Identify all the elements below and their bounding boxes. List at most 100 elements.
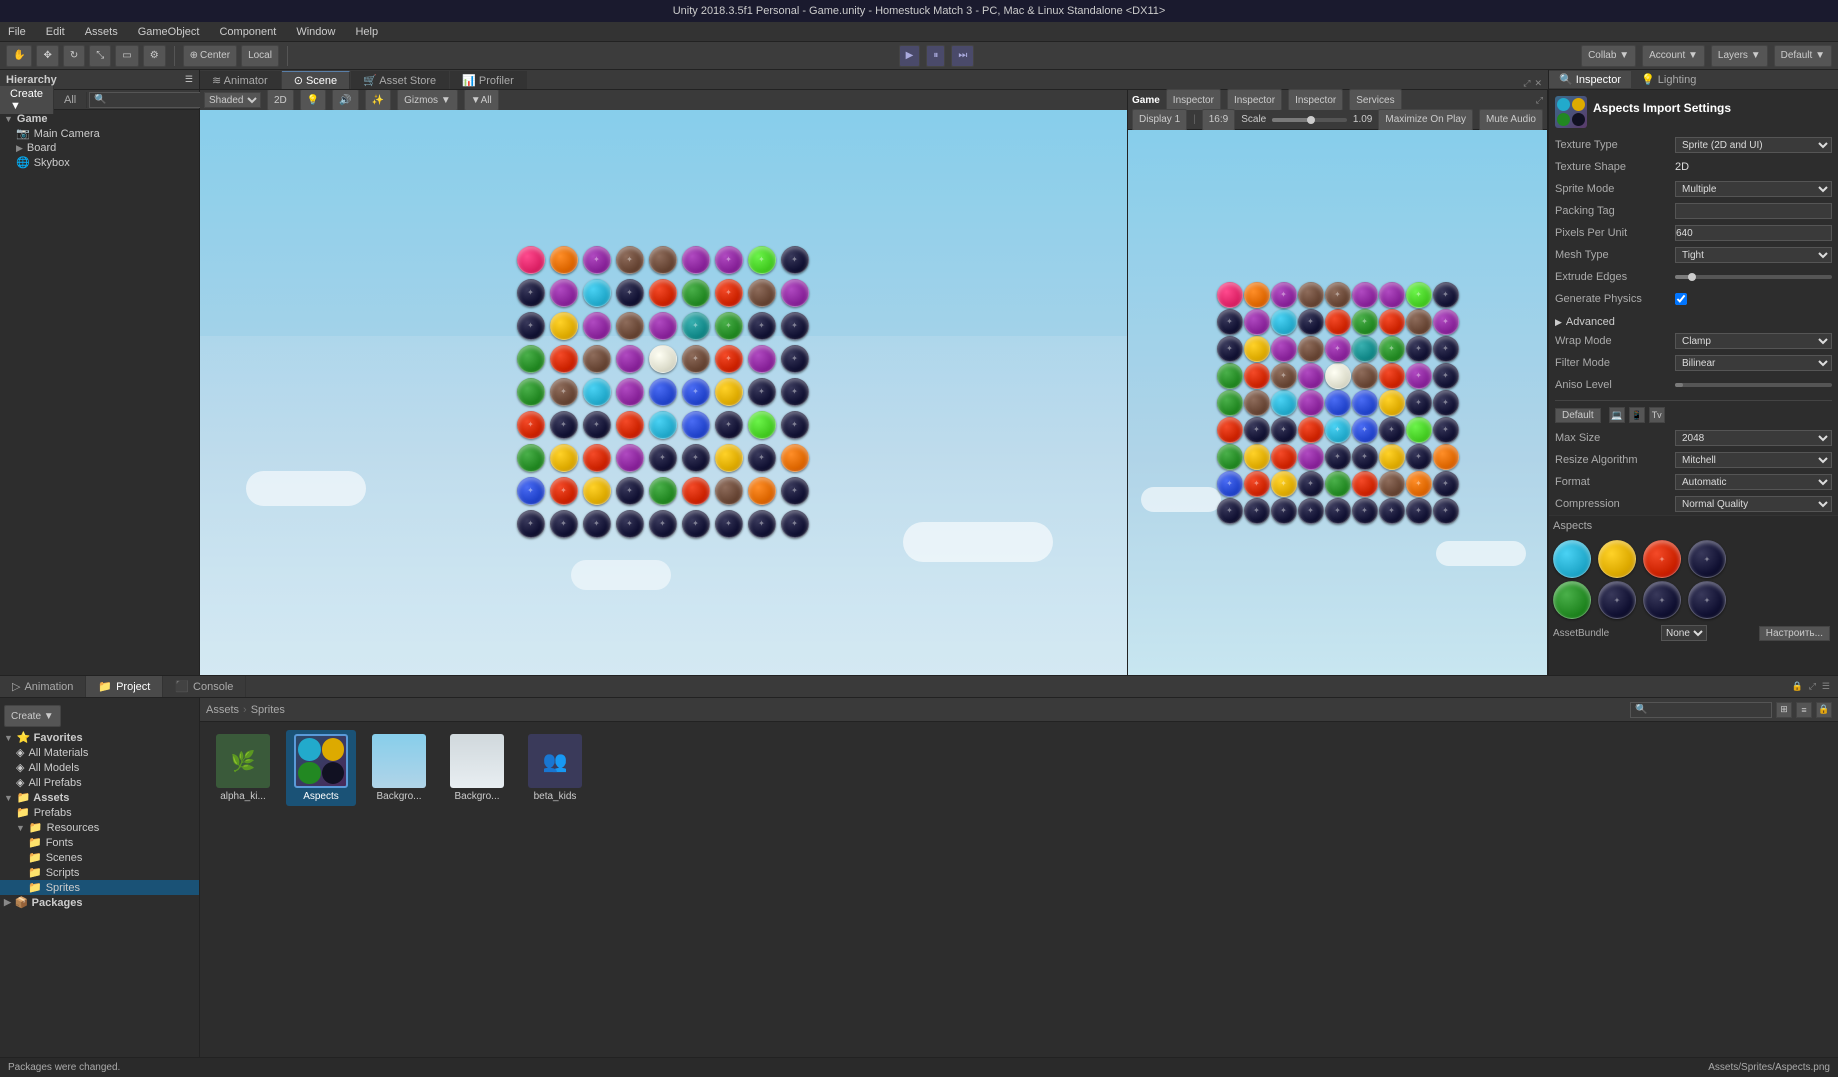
tree-all-prefabs[interactable]: ◈ All Prefabs — [0, 775, 199, 790]
tab-console[interactable]: ⬛ Console — [163, 676, 246, 697]
platform-icon-2[interactable]: 📱 — [1629, 407, 1645, 423]
scene-view[interactable]: Shaded 2D 💡 🔊 ✨ Gizmos ▼ ▼All — [200, 90, 1128, 675]
rect-tool[interactable]: ▭ — [115, 45, 138, 67]
assetbundle-select[interactable]: None — [1661, 625, 1707, 641]
aspect-btn[interactable]: 16:9 — [1202, 109, 1235, 131]
project-create-btn[interactable]: Create ▼ — [4, 705, 61, 727]
breadcrumb-sprites[interactable]: Sprites — [251, 704, 285, 716]
scene-audio[interactable]: 🔊 — [332, 90, 358, 111]
platform-icon-1[interactable]: 💻 — [1609, 407, 1625, 423]
generate-physics-check[interactable] — [1675, 293, 1832, 305]
tab-lighting[interactable]: 💡 Lighting — [1631, 71, 1706, 88]
aniso-slider-bar[interactable] — [1675, 383, 1832, 387]
2d-mode[interactable]: 2D — [267, 90, 294, 111]
maximize-btn[interactable]: Maximize On Play — [1378, 109, 1473, 131]
tree-all-materials[interactable]: ◈ All Materials — [0, 745, 199, 760]
tab-asset-store[interactable]: 🛒 Asset Store — [351, 71, 449, 89]
format-select[interactable]: Automatic — [1675, 474, 1832, 490]
scene-light[interactable]: 💡 — [300, 90, 326, 111]
step-button[interactable]: ⏭ — [951, 45, 974, 67]
scene-all[interactable]: ▼All — [464, 90, 499, 111]
asset-aspects[interactable]: Aspects — [286, 730, 356, 806]
generate-physics-checkbox[interactable] — [1675, 293, 1687, 305]
asset-alpha-ki[interactable]: 🌿 alpha_ki... — [208, 730, 278, 806]
view-list[interactable]: ≡ — [1796, 702, 1812, 718]
menu-file[interactable]: File — [4, 24, 30, 40]
maximize-scene[interactable]: ⤢ — [1523, 78, 1530, 89]
scale-slider[interactable] — [1272, 118, 1347, 122]
compression-value[interactable]: Normal Quality — [1675, 496, 1832, 512]
tree-item-skybox[interactable]: 🌐 Skybox — [0, 155, 199, 170]
tab-scene[interactable]: ⊙ Scene — [282, 71, 350, 89]
tree-prefabs[interactable]: 📁 Prefabs — [0, 805, 199, 820]
tree-sprites[interactable]: 📁 Sprites — [0, 880, 199, 895]
packing-tag-input[interactable] — [1675, 203, 1832, 219]
filter-mode-value[interactable]: Bilinear — [1675, 355, 1832, 371]
project-search[interactable] — [1630, 702, 1772, 718]
account-button[interactable]: Account ▼ — [1642, 45, 1705, 67]
pivot-button[interactable]: ⊕ Center — [183, 45, 237, 67]
mute-btn[interactable]: Mute Audio — [1479, 109, 1543, 131]
asset-beta-kids[interactable]: 👥 beta_kids — [520, 730, 590, 806]
filter-mode-select[interactable]: Bilinear — [1675, 355, 1832, 371]
tree-favorites[interactable]: ▼ ⭐ Favorites — [0, 730, 199, 745]
wrap-mode-value[interactable]: Clamp — [1675, 333, 1832, 349]
asset-background-1[interactable]: Backgro... — [364, 730, 434, 806]
asset-background-2[interactable]: Backgro... — [442, 730, 512, 806]
settings-button[interactable]: Настроить... — [1759, 626, 1830, 641]
inspector-btn2[interactable]: Inspector — [1227, 89, 1282, 111]
tree-all-models[interactable]: ◈ All Models — [0, 760, 199, 775]
game-grid[interactable]: ✦✦✦✦✦✦✦✦✦✦✦✦✦✦✦✦✦✦✦✦✦✦✦✦✦✦✦✦✦✦✦✦✦✦✦✦✦✦✦✦… — [1217, 282, 1459, 524]
pause-button[interactable]: ⏸ — [926, 45, 945, 67]
layers-button[interactable]: Layers ▼ — [1711, 45, 1768, 67]
tab-inspector[interactable]: 🔍 Inspector — [1549, 71, 1631, 88]
pixels-per-unit-input[interactable] — [1675, 225, 1832, 241]
max-size-value[interactable]: 2048 — [1675, 430, 1832, 446]
platform-icon-3[interactable]: Tv — [1649, 407, 1665, 423]
all-button[interactable]: All — [54, 92, 87, 108]
tree-assets[interactable]: ▼ 📁 Assets — [0, 790, 199, 805]
extrude-slider-bar[interactable] — [1675, 275, 1832, 279]
wrap-mode-select[interactable]: Clamp — [1675, 333, 1832, 349]
inspector-btn3[interactable]: Inspector — [1288, 89, 1343, 111]
menu-gameobject[interactable]: GameObject — [134, 24, 204, 40]
inspector-btn1[interactable]: Inspector — [1166, 89, 1221, 111]
resize-algo-value[interactable]: Mitchell — [1675, 452, 1832, 468]
scene-grid[interactable]: ✦✦✦✦✦✦✦✦✦✦✦✦✦✦✦✦✦✦✦✦✦✦✦✦✦✦✦✦✦✦✦✦✦✦✦✦✦✦✦✦… — [517, 246, 811, 540]
mesh-type-select[interactable]: Tight — [1675, 247, 1832, 263]
scale-handle[interactable] — [1307, 116, 1315, 124]
tree-resources[interactable]: ▼ 📁 Resources — [0, 820, 199, 835]
menu-help[interactable]: Help — [351, 24, 382, 40]
tree-packages[interactable]: ▶ 📦 Packages — [0, 895, 199, 910]
max-size-select[interactable]: 2048 — [1675, 430, 1832, 446]
lock-icon[interactable]: 🔒 — [1792, 681, 1803, 692]
extrude-edges-slider[interactable] — [1675, 275, 1832, 279]
default-button[interactable]: Default — [1555, 408, 1601, 423]
menu-window[interactable]: Window — [292, 24, 339, 40]
tree-item-board[interactable]: ▶ Board — [0, 141, 199, 155]
move-tool[interactable]: ✥ — [36, 45, 58, 67]
lock-view[interactable]: 🔒 — [1816, 702, 1832, 718]
tab-project[interactable]: 📁 Project — [86, 676, 163, 697]
menu-edit[interactable]: Edit — [42, 24, 69, 40]
tree-scenes[interactable]: 📁 Scenes — [0, 850, 199, 865]
texture-type-select[interactable]: Sprite (2D and UI) — [1675, 137, 1832, 153]
resize-algo-select[interactable]: Mitchell — [1675, 452, 1832, 468]
sprite-mode-value[interactable]: Multiple — [1675, 181, 1832, 197]
maximize-game[interactable]: ⤢ — [1536, 95, 1543, 106]
rotate-tool[interactable]: ↻ — [63, 45, 85, 67]
options-icon[interactable]: ☰ — [1822, 681, 1830, 692]
menu-assets[interactable]: Assets — [81, 24, 122, 40]
tree-item-game[interactable]: ▼ Game — [0, 112, 199, 126]
collab-button[interactable]: Collab ▼ — [1581, 45, 1636, 67]
hand-tool[interactable]: ✋ — [6, 45, 32, 67]
tree-item-camera[interactable]: 📷 Main Camera — [0, 126, 199, 141]
compression-select[interactable]: Normal Quality — [1675, 496, 1832, 512]
breadcrumb-assets[interactable]: Assets — [206, 704, 239, 716]
scale-tool[interactable]: ⤡ — [89, 45, 111, 67]
texture-type-value[interactable]: Sprite (2D and UI) — [1675, 137, 1832, 153]
mesh-type-value[interactable]: Tight — [1675, 247, 1832, 263]
close-scene[interactable]: ✕ — [1534, 78, 1542, 89]
coords-button[interactable]: Local — [241, 45, 279, 67]
menu-component[interactable]: Component — [215, 24, 280, 40]
